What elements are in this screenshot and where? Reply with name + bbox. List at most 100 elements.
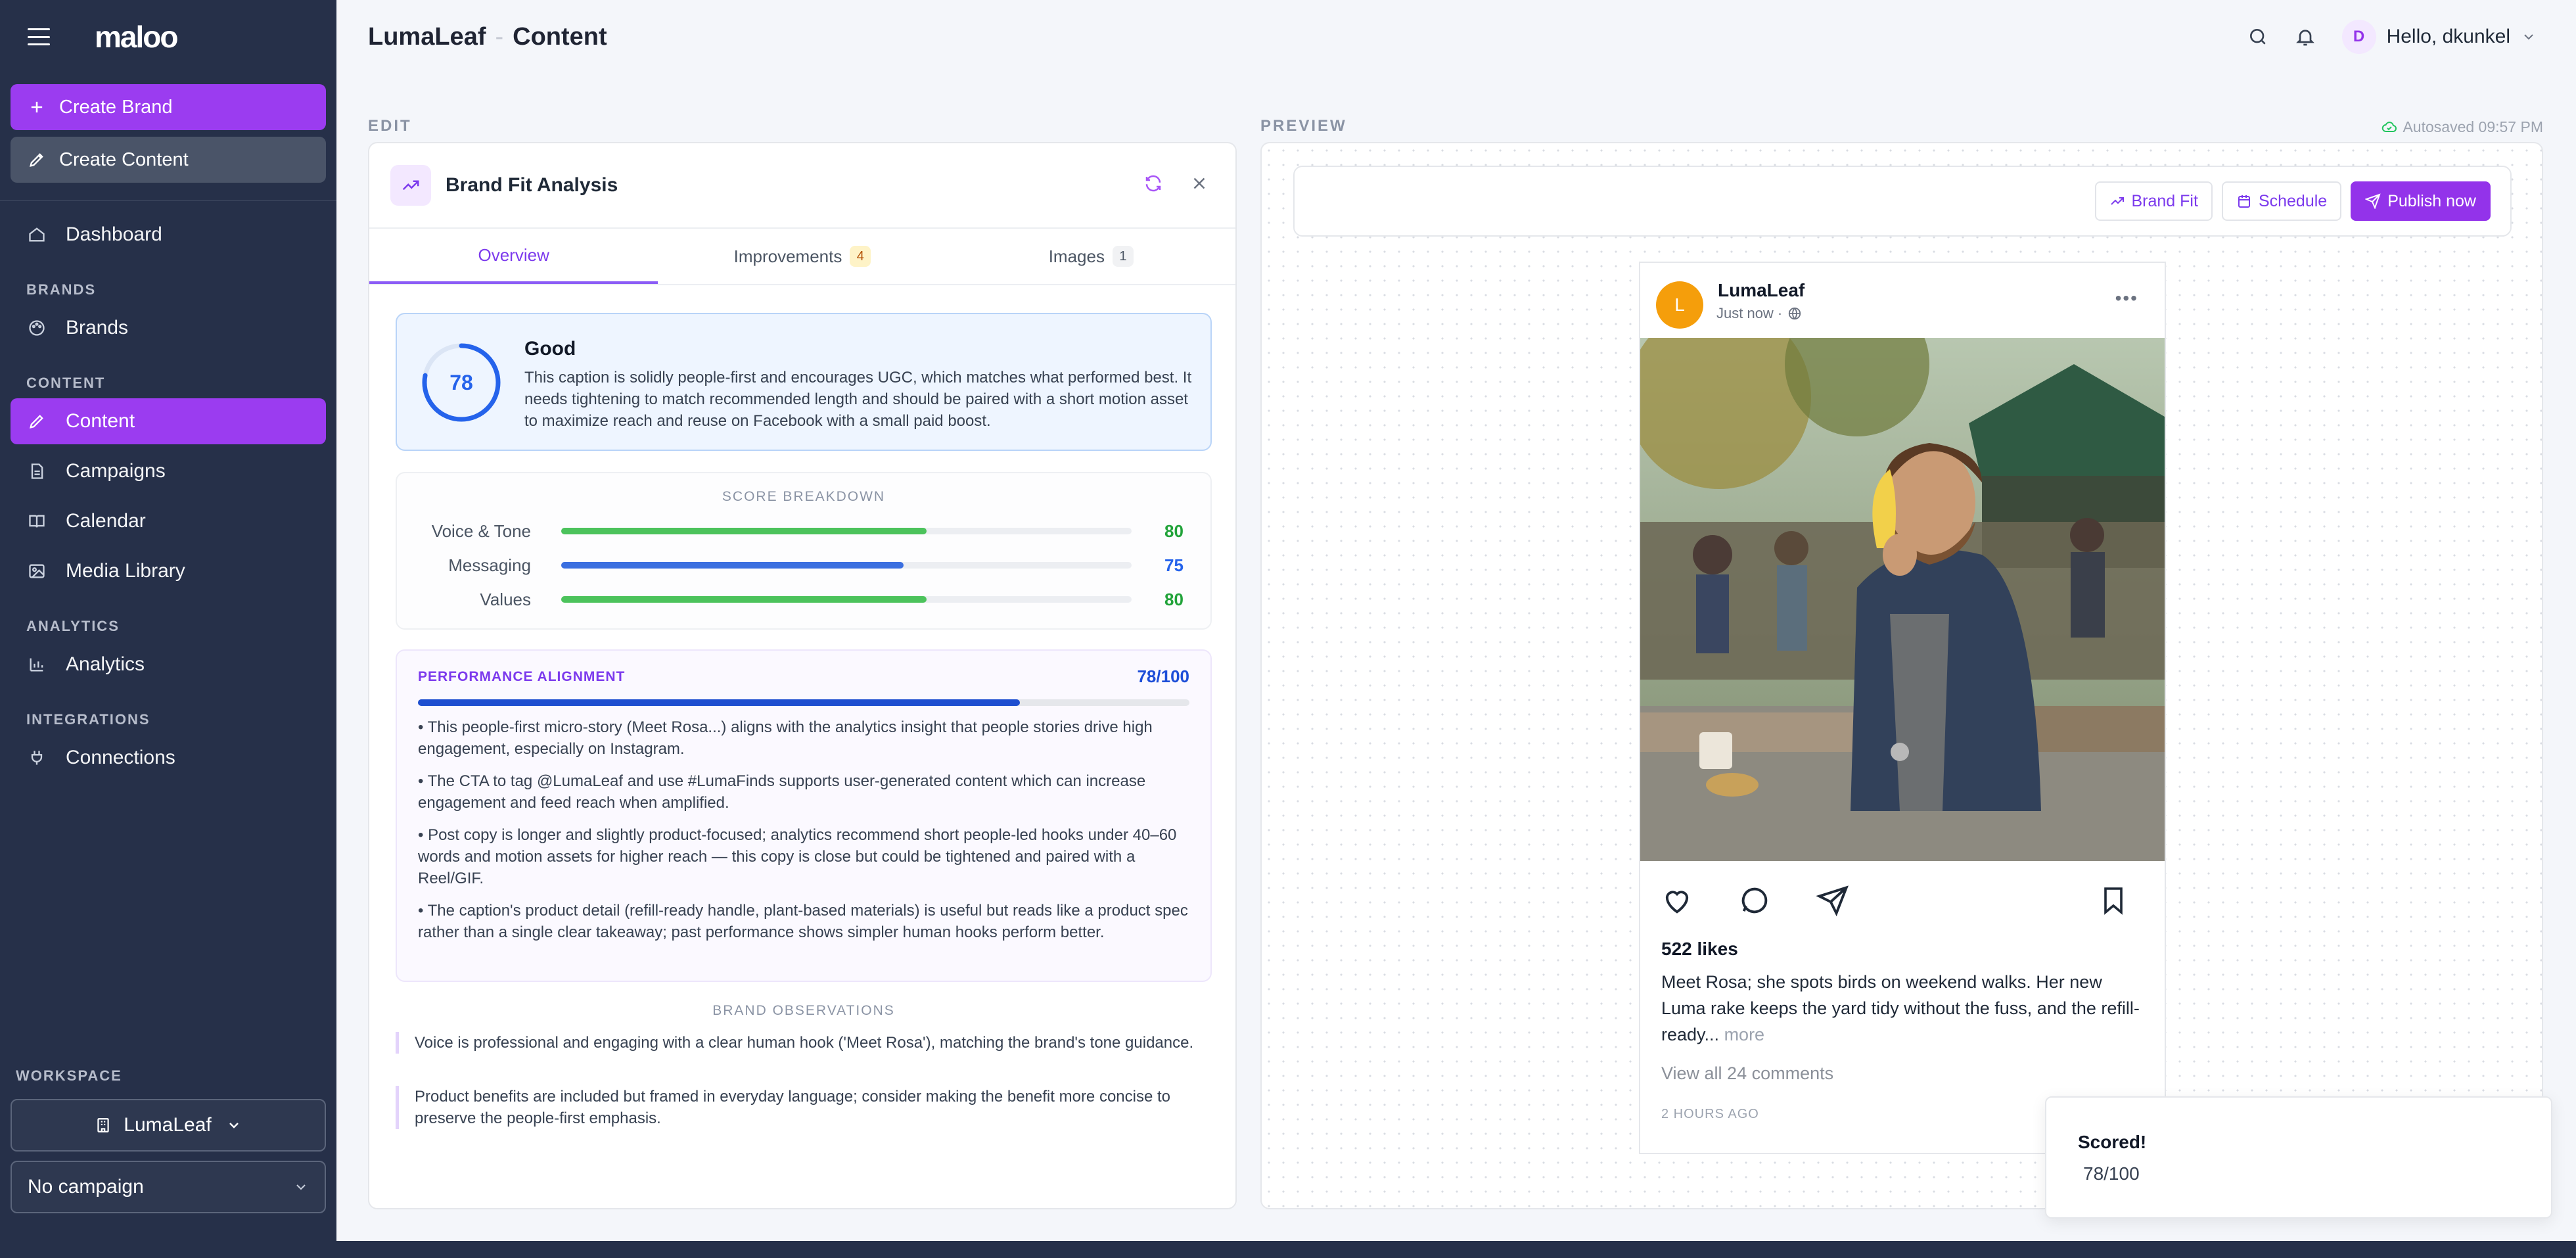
calendar-icon	[2238, 195, 2250, 208]
campaign-select[interactable]: No campaign	[11, 1161, 326, 1213]
post-timestamp: Just now ·	[1716, 305, 1802, 322]
caption-more-link[interactable]: more	[1724, 1025, 1765, 1044]
chevron-down-icon	[296, 1184, 306, 1190]
nav-group-brands: BRANDS	[26, 281, 97, 298]
bar-chart-icon	[30, 658, 43, 672]
trend-icon	[390, 165, 431, 206]
score-rating: Good	[524, 338, 576, 360]
brand-title: LumaLeaf	[368, 22, 486, 51]
performance-progress-track	[418, 699, 1189, 706]
score-description: This caption is solidly people-first and…	[524, 369, 1192, 430]
campaign-value: No campaign	[28, 1176, 144, 1198]
button-label: Schedule	[2258, 191, 2328, 210]
brand-fit-button[interactable]: Brand Fit	[2094, 181, 2213, 221]
share-icon[interactable]	[1815, 883, 1849, 918]
performance-score: 78/100	[1137, 666, 1189, 686]
section-title: Content	[513, 22, 607, 51]
sidebar-item-dashboard[interactable]: Dashboard	[11, 212, 326, 258]
sidebar-item-calendar[interactable]: Calendar	[11, 498, 326, 544]
sidebar-item-label: Connections	[66, 747, 175, 768]
refresh-icon[interactable]	[1143, 174, 1163, 193]
breakdown-name: Values	[480, 589, 531, 609]
nav-group-integrations: INTEGRATIONS	[26, 711, 150, 728]
score-breakdown: SCORE BREAKDOWN Voice & Tone 80 Messagin…	[396, 472, 1212, 630]
user-menu[interactable]: D Hello, dkunkel	[2341, 20, 2537, 54]
panel-title: Brand Fit Analysis	[446, 174, 618, 196]
performance-point: • Post copy is longer and slightly produ…	[418, 826, 1177, 887]
tab-improvements[interactable]: Improvements 4	[658, 229, 946, 284]
sidebar-item-label: Dashboard	[66, 223, 162, 245]
chevron-down-icon	[229, 1123, 239, 1129]
breakdown-row-voice-tone: Voice & Tone 80	[397, 519, 1212, 543]
menu-icon[interactable]	[28, 28, 50, 45]
panel-tabs: Overview Improvements 4 Images 1	[369, 229, 1235, 285]
preview-section-label: PREVIEW	[1260, 117, 1347, 135]
button-label: Publish now	[2387, 191, 2476, 210]
post-caption: Meet Rosa; she spots birds on weekend wa…	[1661, 969, 2148, 1048]
sidebar-item-connections[interactable]: Connections	[11, 735, 326, 781]
comment-icon[interactable]	[1737, 883, 1772, 918]
search-icon[interactable]	[2247, 26, 2268, 47]
sidebar-item-label: Media Library	[66, 560, 185, 582]
workspace-select[interactable]: LumaLeaf	[11, 1099, 326, 1152]
create-content-label: Create Content	[59, 149, 189, 170]
sidebar-item-brands[interactable]: Brands	[11, 305, 326, 351]
breakdown-value: 80	[1164, 589, 1184, 609]
brand-fit-panel: Brand Fit Analysis Overview Improvements…	[368, 142, 1237, 1209]
preview-panel: Brand Fit Schedule Publish now L LumaLea…	[1260, 142, 2543, 1209]
tab-label: Improvements	[733, 246, 842, 266]
sidebar-item-label: Brands	[66, 317, 129, 338]
pen-icon	[30, 153, 43, 167]
tab-label: Overview	[478, 245, 549, 265]
breakdown-track	[561, 528, 1132, 534]
tab-overview[interactable]: Overview	[369, 229, 658, 284]
autosave-status: Autosaved 09:57 PM	[2381, 118, 2543, 136]
panel-actions	[1143, 174, 1209, 193]
title-separator: -	[495, 22, 504, 51]
schedule-button[interactable]: Schedule	[2221, 181, 2342, 221]
sidebar-item-label: Content	[66, 410, 135, 432]
nav-group-content: CONTENT	[26, 375, 106, 391]
create-brand-button[interactable]: Create Brand	[11, 84, 326, 130]
trend-icon	[2110, 197, 2124, 205]
plus-icon	[31, 101, 43, 113]
score-toast: Scored! 78/100	[2045, 1096, 2552, 1219]
publish-now-button[interactable]: Publish now	[2351, 181, 2491, 221]
sidebar-item-media-library[interactable]: Media Library	[11, 548, 326, 594]
heart-icon[interactable]	[1660, 883, 1694, 918]
book-icon	[29, 515, 45, 528]
performance-points: • This people-first micro-story (Meet Ro…	[418, 716, 1193, 954]
bookmark-icon[interactable]	[2098, 883, 2129, 918]
sidebar-item-campaigns[interactable]: Campaigns	[11, 448, 326, 494]
cloud-check-icon	[2382, 121, 2397, 132]
top-bar: LumaLeaf - Content	[336, 0, 2576, 74]
app-logo: maloo	[95, 20, 178, 54]
chevron-down-icon	[2524, 34, 2533, 40]
sidebar-item-label: Calendar	[66, 510, 146, 532]
home-icon	[29, 227, 45, 242]
bell-icon[interactable]	[2295, 26, 2316, 47]
more-options-icon[interactable]: •••	[2115, 288, 2138, 309]
breakdown-track	[561, 562, 1132, 569]
create-content-button[interactable]: Create Content	[11, 137, 326, 183]
pen-icon	[30, 415, 43, 429]
breakdown-value: 75	[1164, 555, 1184, 575]
workspace-label: WORKSPACE	[16, 1067, 122, 1084]
nav-group-analytics: ANALYTICS	[26, 618, 120, 634]
performance-title: PERFORMANCE ALIGNMENT	[418, 669, 626, 684]
sidebar-item-label: Analytics	[66, 653, 145, 675]
avatar: D	[2341, 20, 2376, 54]
post-actions	[1660, 883, 1849, 918]
sidebar-item-content[interactable]: Content	[11, 398, 326, 444]
images-count-badge: 1	[1112, 246, 1134, 267]
breakdown-fill	[561, 528, 927, 534]
view-comments-link[interactable]: View all 24 comments	[1661, 1063, 1833, 1084]
sidebar-item-analytics[interactable]: Analytics	[11, 641, 326, 687]
bottom-bar	[0, 1241, 2576, 1258]
improvements-count-badge: 4	[850, 246, 871, 267]
close-icon[interactable]	[1189, 174, 1209, 193]
globe-icon	[1789, 307, 1801, 320]
tab-images[interactable]: Images 1	[947, 229, 1235, 284]
breakdown-fill	[561, 562, 904, 569]
post-image	[1640, 338, 2165, 861]
